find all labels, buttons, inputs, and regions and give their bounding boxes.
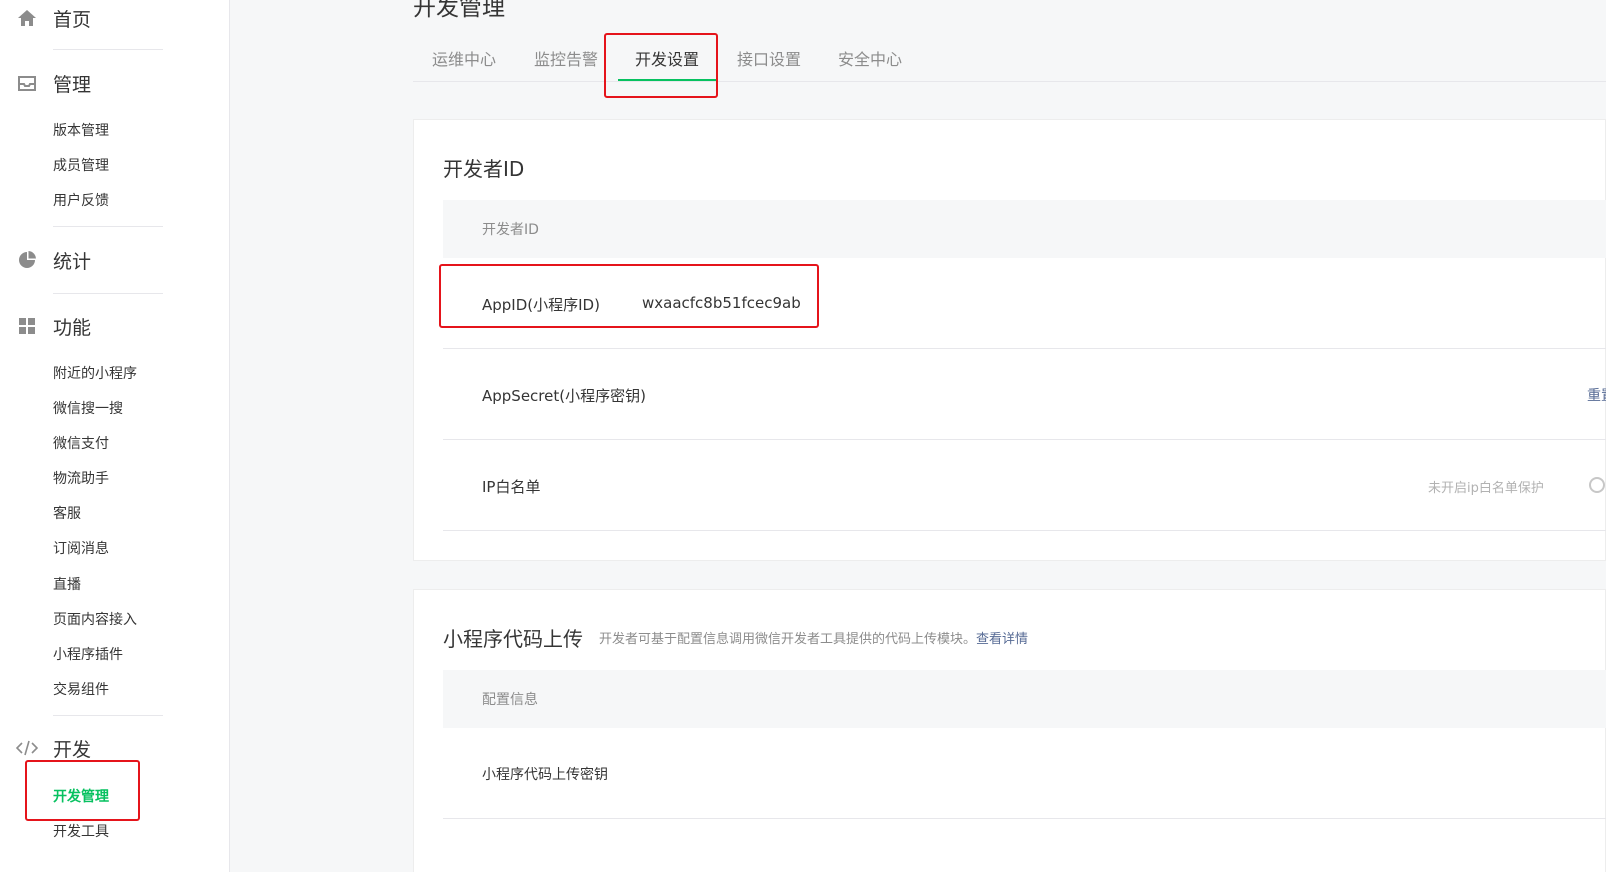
grid-icon	[16, 315, 38, 337]
sidebar-item-subscribe[interactable]: 订阅消息	[53, 539, 109, 559]
tab-security[interactable]: 安全中心	[838, 50, 902, 80]
ip-whitelist-toggle[interactable]	[1589, 477, 1605, 493]
reset-link[interactable]: 重置	[1587, 385, 1606, 405]
table-header: 开发者ID	[443, 200, 1606, 258]
card-desc-text: 开发者可基于配置信息调用微信开发者工具提供的代码上传模块。	[599, 632, 977, 647]
highlight-box-tab	[604, 33, 718, 98]
tab-bar: 运维中心 监控告警 开发设置 接口设置 安全中心	[413, 40, 1606, 82]
card-title: 开发者ID	[443, 157, 525, 181]
card-desc: 开发者可基于配置信息调用微信开发者工具提供的代码上传模块。查看详情	[599, 628, 1028, 647]
sidebar: 首页 管理 版本管理 成员管理 用户反馈 统计 功能 附近的小程序 微信搜一搜 …	[0, 0, 230, 872]
card-title: 小程序代码上传	[443, 627, 583, 651]
table-header-label: 开发者ID	[482, 222, 539, 238]
table-header: 配置信息	[443, 670, 1606, 728]
ip-whitelist-hint: 未开启ip白名单保护	[1428, 481, 1544, 496]
page-title: 开发管理	[413, 0, 505, 21]
nav-features[interactable]: 功能	[0, 311, 230, 341]
upload-card: 小程序代码上传 开发者可基于配置信息调用微信开发者工具提供的代码上传模块。查看详…	[413, 589, 1606, 872]
appsecret-label: AppSecret(小程序密钥)	[482, 387, 646, 405]
table-row-appsecret: AppSecret(小程序密钥) 重置	[443, 349, 1606, 440]
divider	[53, 715, 163, 716]
developer-id-card: 开发者ID 开发者ID AppID(小程序ID) wxaacfc8b51fcec…	[413, 119, 1606, 561]
view-details-link[interactable]: 查看详情	[976, 632, 1028, 647]
nav-home-label: 首页	[53, 8, 92, 31]
upload-key-label: 小程序代码上传密钥	[482, 767, 608, 783]
sidebar-item-search[interactable]: 微信搜一搜	[53, 399, 123, 419]
nav-develop[interactable]: 开发	[0, 733, 230, 763]
tab-api-settings[interactable]: 接口设置	[737, 50, 801, 80]
nav-manage[interactable]: 管理	[0, 68, 230, 98]
sidebar-item-live[interactable]: 直播	[53, 575, 81, 595]
nav-features-label: 功能	[53, 316, 92, 339]
nav-home[interactable]: 首页	[0, 3, 230, 33]
nav-manage-label: 管理	[53, 73, 92, 96]
sidebar-item-logistics[interactable]: 物流助手	[53, 469, 109, 489]
sidebar-item-nearby[interactable]: 附近的小程序	[53, 364, 137, 384]
tab-ops[interactable]: 运维中心	[432, 50, 496, 80]
table-row-upload-key: 小程序代码上传密钥	[443, 728, 1606, 819]
divider	[53, 293, 163, 294]
nav-stats[interactable]: 统计	[0, 245, 230, 275]
sidebar-item-pay[interactable]: 微信支付	[53, 434, 109, 454]
table-row-ip-whitelist: IP白名单 未开启ip白名单保护	[443, 440, 1606, 531]
nav-develop-label: 开发	[53, 738, 92, 761]
pie-chart-icon	[16, 249, 38, 271]
divider	[53, 49, 163, 50]
sidebar-item-dev-tools[interactable]: 开发工具	[53, 822, 109, 842]
inbox-icon	[16, 72, 38, 94]
sidebar-item-content[interactable]: 页面内容接入	[53, 610, 137, 630]
sidebar-item-feedback[interactable]: 用户反馈	[53, 191, 109, 211]
sidebar-item-service[interactable]: 客服	[53, 504, 81, 524]
ip-whitelist-label: IP白名单	[482, 478, 541, 496]
sidebar-item-plugin[interactable]: 小程序插件	[53, 645, 123, 665]
sidebar-item-members[interactable]: 成员管理	[53, 156, 109, 176]
table-header-label: 配置信息	[482, 692, 538, 708]
home-icon	[16, 7, 38, 29]
divider	[53, 226, 163, 227]
sidebar-item-version[interactable]: 版本管理	[53, 121, 109, 141]
tab-monitor[interactable]: 监控告警	[534, 50, 598, 80]
highlight-box-sidebar	[25, 760, 140, 821]
highlight-box-appid	[439, 264, 819, 328]
sidebar-item-trade[interactable]: 交易组件	[53, 680, 109, 700]
code-icon	[16, 737, 38, 759]
nav-stats-label: 统计	[53, 250, 92, 273]
